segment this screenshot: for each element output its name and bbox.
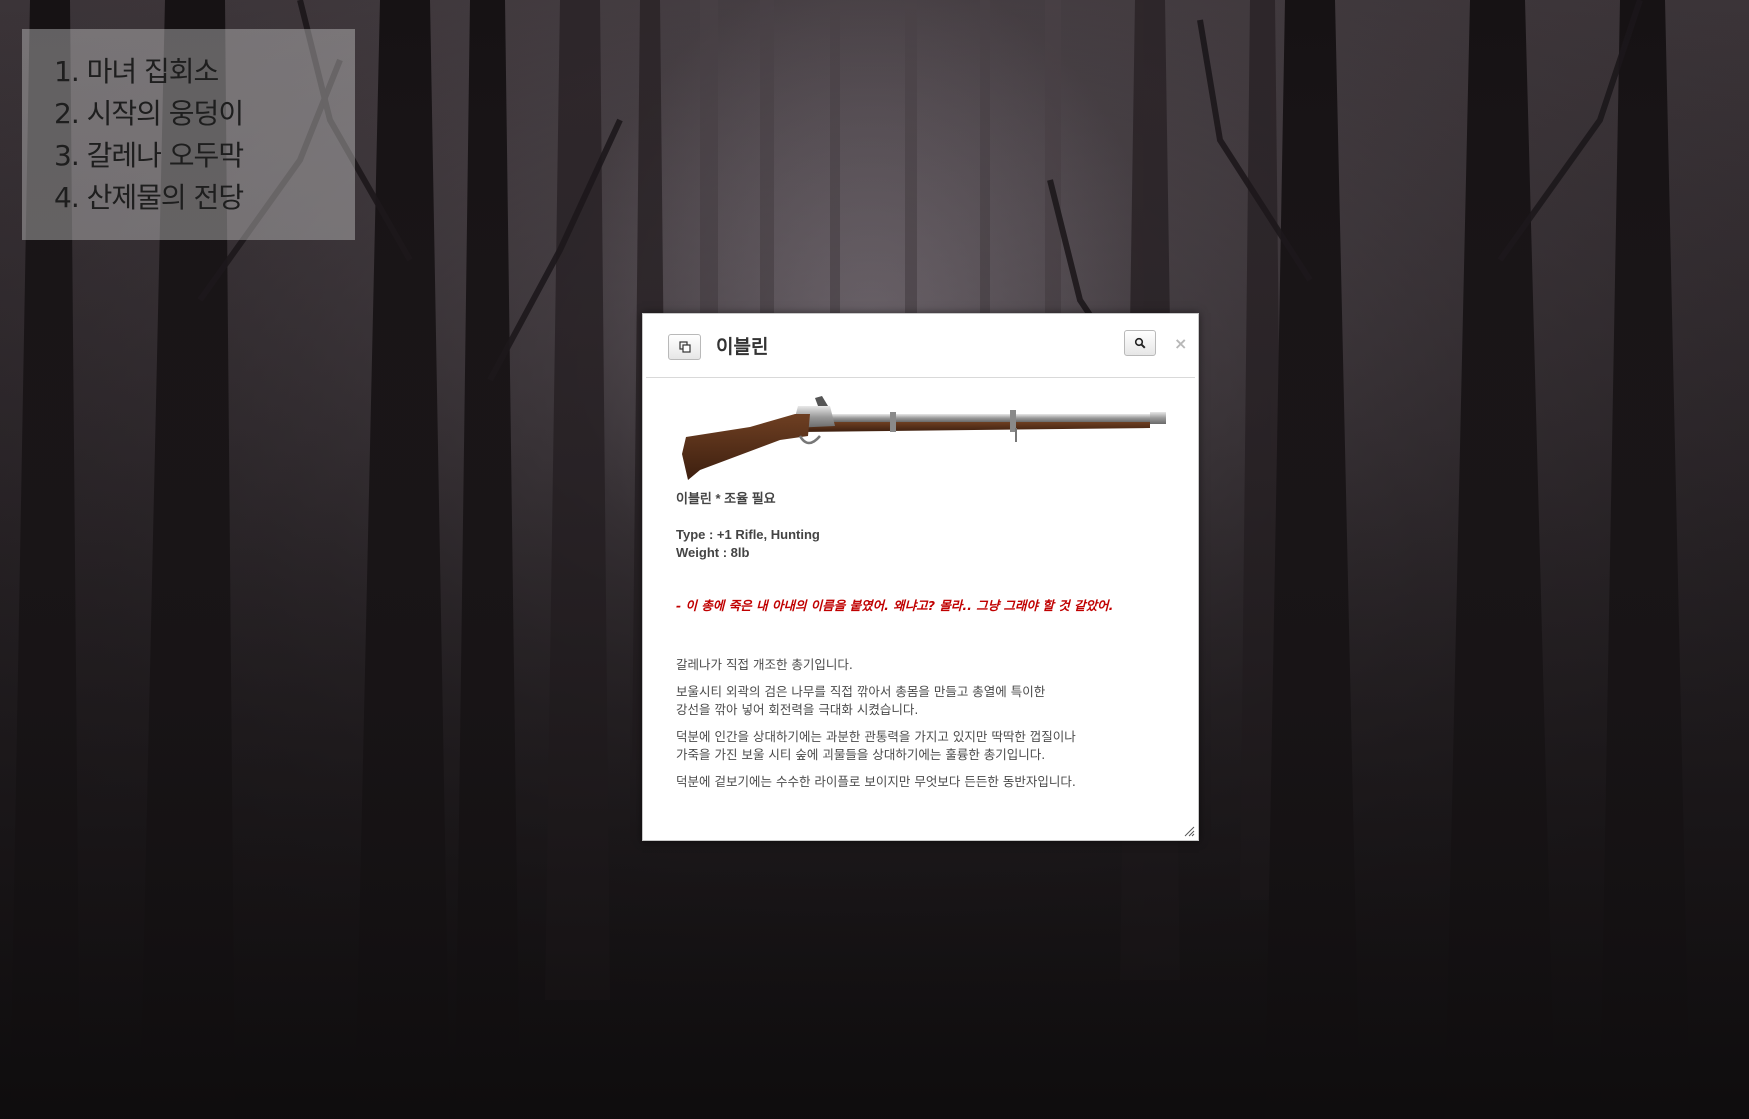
description-paragraph-4: 덕분에 겉보기에는 수수한 라이플로 보이지만 무엇보다 든든한 동반자입니다.	[676, 774, 1076, 789]
copy-button[interactable]	[668, 334, 701, 360]
description-line: 덕분에 인간을 상대하기에는 과분한 관통력을 가지고 있지만 딱딱한 껍질이나	[676, 729, 1076, 744]
search-button[interactable]	[1124, 330, 1156, 356]
item-weight: Weight : 8lb	[676, 545, 750, 560]
location-item-starting-pond[interactable]: 2. 시작의 웅덩이	[54, 93, 355, 135]
flavor-quote: - 이 총에 죽은 내 아내의 이름을 붙였어. 왜냐고? 몰라.. 그냥 그래…	[676, 598, 1114, 613]
description-paragraph-2: 보울시티 외곽의 검은 나무를 직접 깎아서 총몸을 만들고 총열에 특이한 강…	[676, 683, 1176, 719]
location-item-sacrifice-hall[interactable]: 4. 산제물의 전당	[54, 177, 355, 219]
description-paragraph-1: 갈레나가 직접 개조한 총기입니다.	[676, 657, 853, 672]
description-paragraph-3: 덕분에 인간을 상대하기에는 과분한 관통력을 가지고 있지만 딱딱한 껍질이나…	[676, 728, 1176, 764]
close-icon[interactable]: ×	[1174, 336, 1187, 352]
dialog-body: 이블린 * 조율 필요 Type : +1 Rifle, Hunting Wei…	[676, 392, 1176, 791]
item-name: 이블린 * 조율 필요	[676, 491, 776, 506]
forest-background: 1. 마녀 집회소 2. 시작의 웅덩이 3. 갈레나 오두막 4. 산제물의 …	[0, 0, 1749, 1119]
search-icon	[1134, 337, 1146, 349]
dialog-title: 이블린	[716, 336, 769, 358]
copy-icon	[678, 341, 691, 353]
location-item-galena-hut[interactable]: 3. 갈레나 오두막	[54, 135, 355, 177]
item-type: Type : +1 Rifle, Hunting	[676, 527, 820, 542]
description-line: 보울시티 외곽의 검은 나무를 직접 깎아서 총몸을 만들고 총열에 특이한	[676, 684, 1046, 699]
location-item-witch-coven[interactable]: 1. 마녀 집회소	[54, 51, 355, 93]
dialog-header: 이블린 ×	[646, 314, 1195, 378]
resize-grip-icon[interactable]	[1183, 825, 1195, 837]
description-line: 가죽을 가진 보울 시티 숲에 괴물들을 상대하기에는 훌륭한 총기입니다.	[676, 747, 1046, 762]
description-line: 강선을 깎아 넣어 회전력을 극대화 시켰습니다.	[676, 702, 919, 717]
item-detail-dialog: 이블린 × 이블린 * 조율 필요 Type: +1 Rifle, Hunti…	[642, 313, 1199, 841]
rifle-image	[682, 396, 1166, 480]
location-menu: 1. 마녀 집회소 2. 시작의 웅덩이 3. 갈레나 오두막 4. 산제물의 …	[22, 29, 355, 240]
